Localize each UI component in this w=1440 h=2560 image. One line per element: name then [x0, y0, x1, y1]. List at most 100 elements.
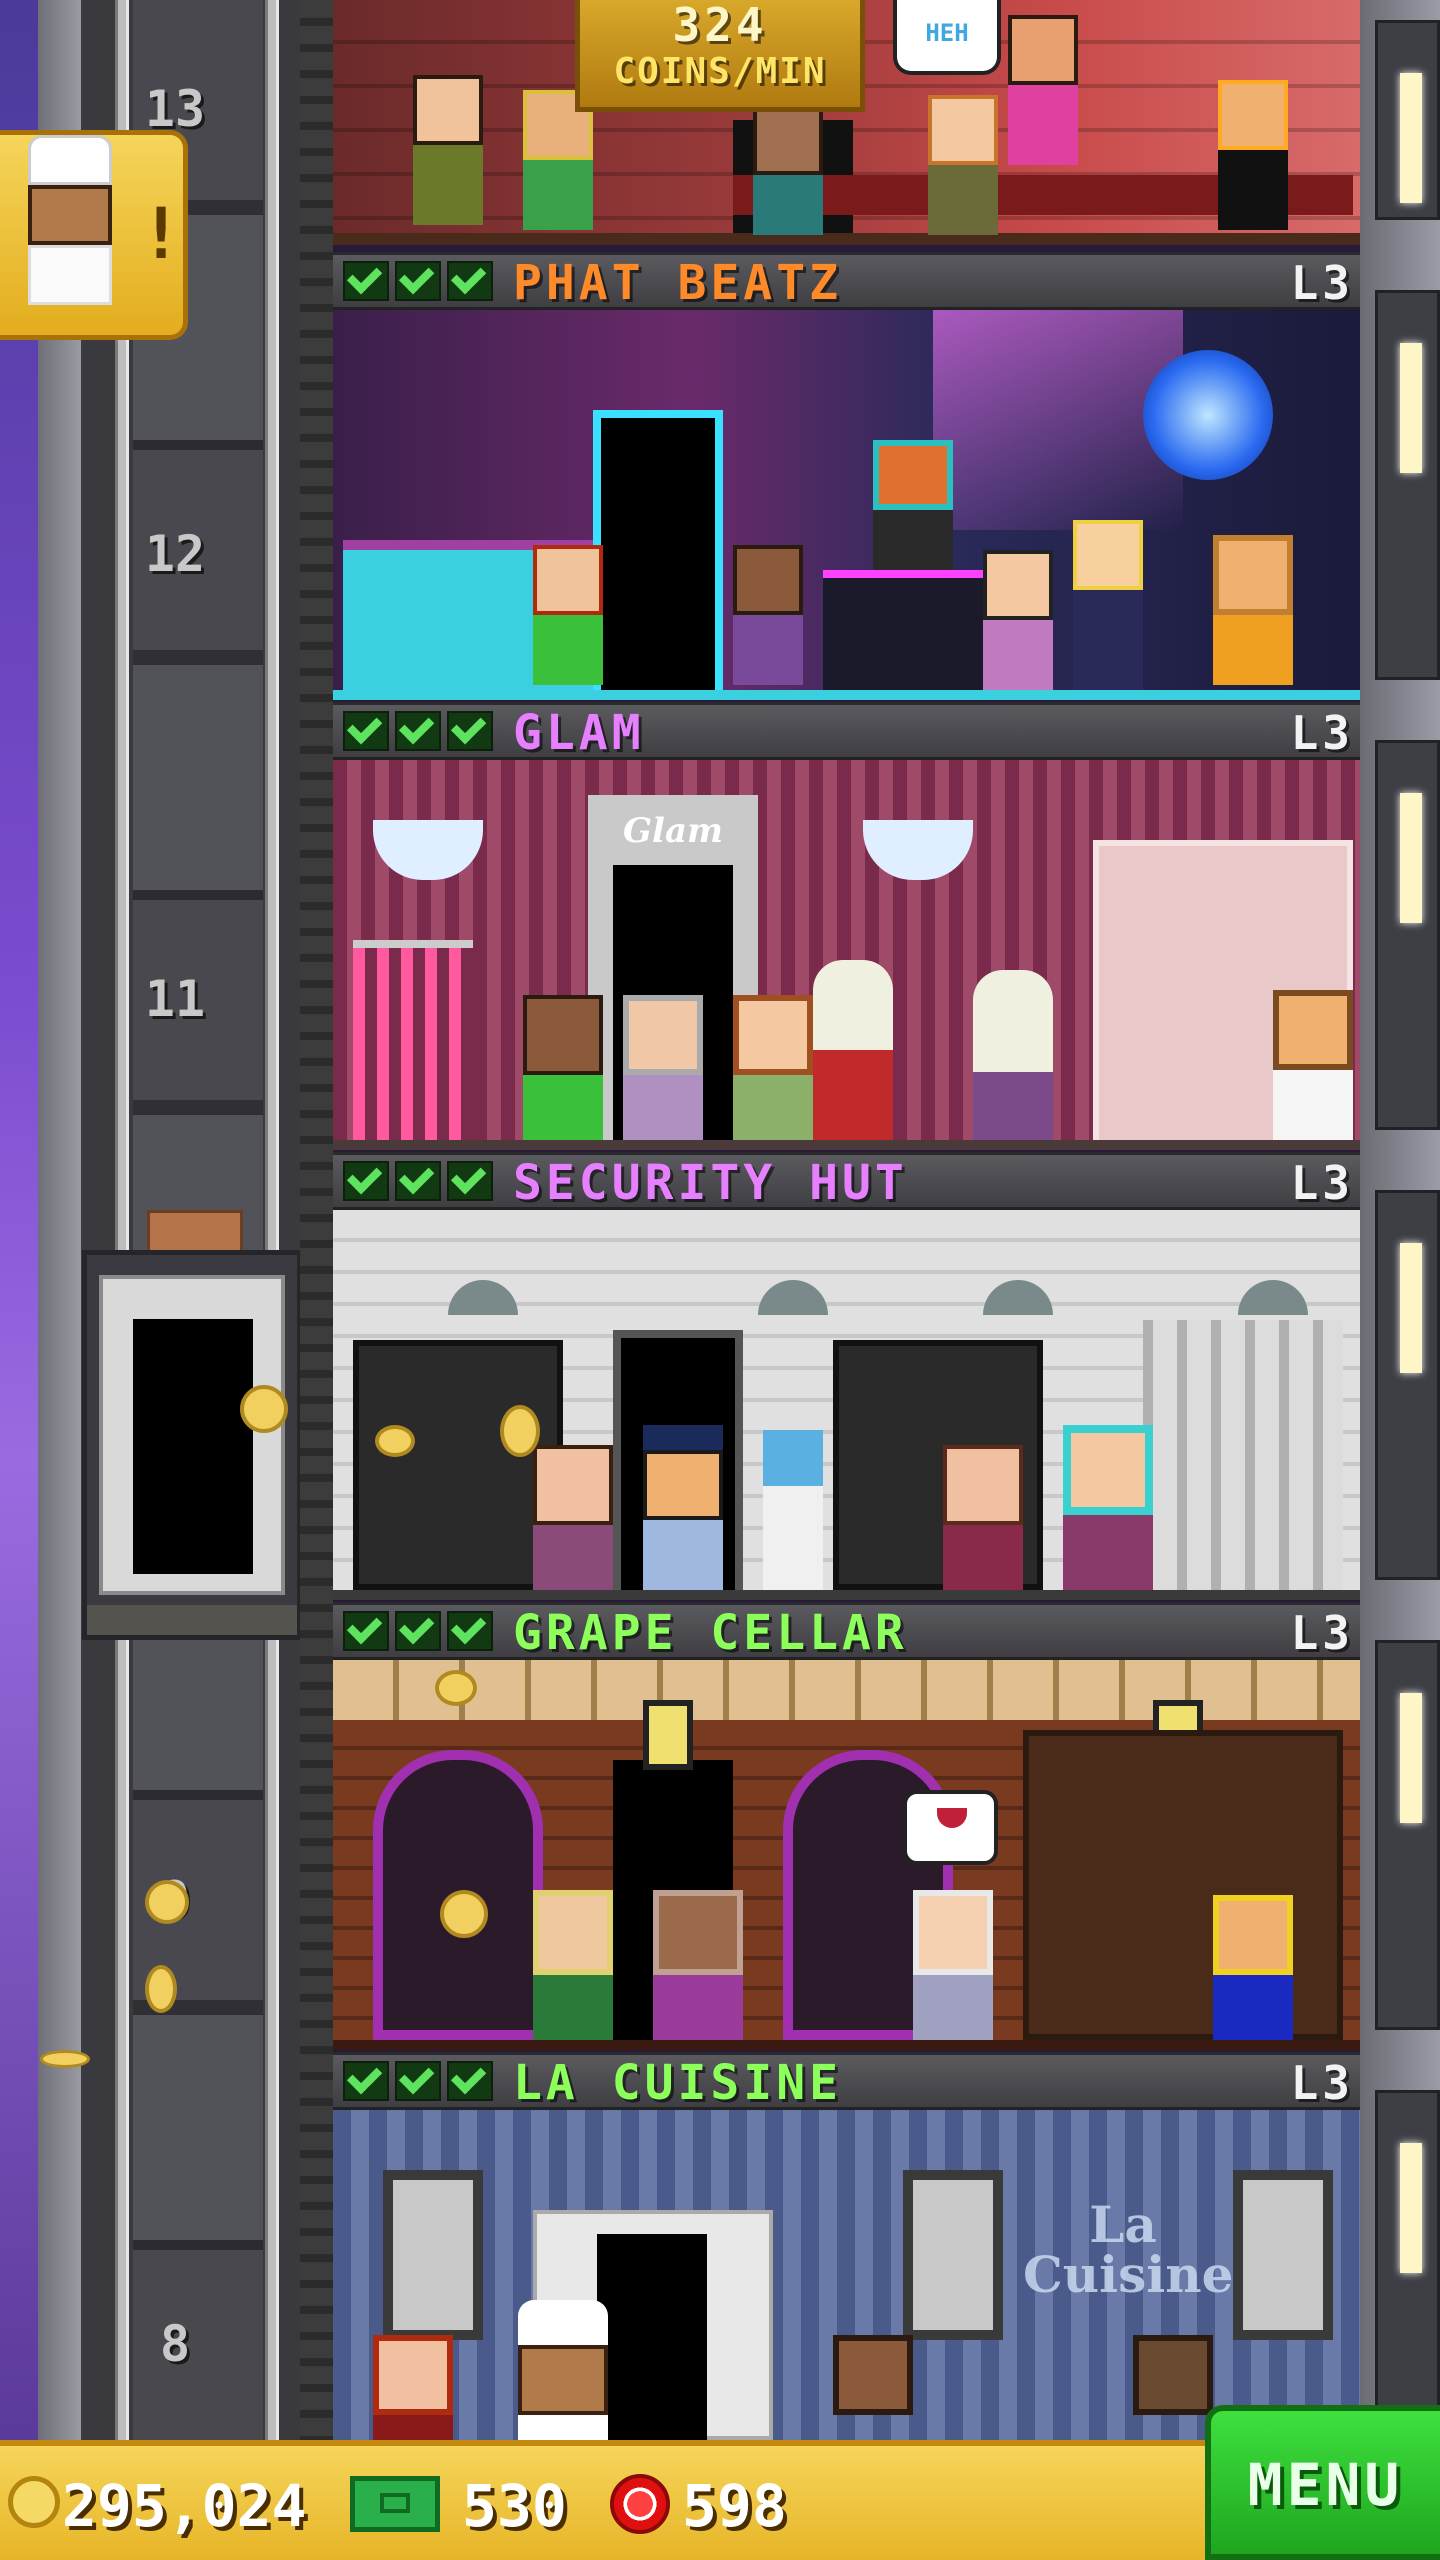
floor-stock-checks [343, 711, 493, 751]
wine-request-bubble[interactable] [903, 1790, 998, 1865]
room-la-cuisine[interactable]: La Cuisine [333, 2110, 1360, 2440]
coin-icon [145, 1965, 177, 2013]
guest-avatar[interactable] [1063, 1425, 1153, 1590]
guest-avatar[interactable] [733, 995, 813, 1140]
check-icon [343, 1611, 389, 1651]
check-icon [447, 711, 493, 751]
coin-icon [440, 1890, 488, 1938]
room-security-hut[interactable] [333, 1210, 1360, 1600]
cuisine-sign-line2: Cuisine [1023, 2245, 1234, 2304]
wine-shelf [1023, 1730, 1343, 2040]
security-guard-avatar[interactable] [643, 1425, 723, 1590]
check-icon [447, 1161, 493, 1201]
floor-header-phat-beatz[interactable]: PHAT BEATZ L3 [333, 252, 1360, 310]
clothing-rack [353, 940, 473, 1148]
elevator-floor-11: 11 [144, 970, 206, 1028]
floor-level: L3 [1290, 1606, 1354, 1660]
floor-name: LA CUISINE [513, 2055, 842, 2111]
guest-avatar[interactable] [523, 995, 603, 1140]
monitor-console [353, 1340, 563, 1590]
guest-speech-bubble[interactable]: HEH [893, 0, 1001, 75]
floor-name: GLAM [513, 705, 645, 761]
side-window-1 [1375, 20, 1440, 220]
floor-level: L3 [1290, 706, 1354, 760]
tower-scene: 13 12 11 9 8 [0, 0, 1440, 2560]
framed-picture [383, 2170, 483, 2340]
guest-avatar[interactable] [1073, 520, 1143, 690]
floor-header-security-hut[interactable]: SECURITY HUT L3 [333, 1152, 1360, 1210]
chef-notification-button[interactable]: ! [0, 130, 188, 340]
guest-avatar[interactable] [913, 1890, 993, 2040]
chef-avatar [28, 135, 118, 315]
coins-per-min-value: 324 [672, 0, 768, 52]
floor-level: L3 [1290, 2056, 1354, 2110]
check-icon [447, 261, 493, 301]
water-cooler [763, 1430, 823, 1590]
menu-button-label: MENU [1247, 2451, 1404, 2519]
speech-bubble-text: HEH [925, 19, 969, 47]
floor-level: L3 [1290, 1156, 1354, 1210]
floor-stock-checks [343, 261, 493, 301]
menu-button[interactable]: MENU [1205, 2405, 1440, 2560]
check-icon [395, 711, 441, 751]
floor-name: PHAT BEATZ [513, 255, 842, 311]
guest-avatar[interactable] [943, 1445, 1023, 1590]
guest-avatar[interactable] [928, 95, 998, 235]
framed-picture [903, 2170, 1003, 2340]
guest-avatar[interactable] [983, 550, 1053, 690]
coin-icon [40, 2050, 90, 2068]
guest-avatar[interactable] [1213, 1895, 1293, 2040]
elevator-floor-12: 12 [144, 525, 206, 583]
guest-avatar[interactable] [1008, 15, 1078, 165]
doorway [593, 410, 723, 700]
room-grape-cellar[interactable] [333, 1660, 1360, 2050]
room-glam[interactable]: Glam [333, 760, 1360, 1150]
guest-avatar[interactable] [1213, 535, 1293, 685]
floor-stock-checks [343, 2061, 493, 2101]
guest-avatar[interactable] [413, 75, 483, 225]
coin-icon [145, 1880, 189, 1924]
disco-ball [1143, 350, 1273, 480]
chef-avatar[interactable] [518, 2300, 608, 2440]
side-window-4 [1375, 1190, 1440, 1580]
floor-header-grape-cellar[interactable]: GRAPE CELLAR L3 [333, 1602, 1360, 1660]
floor-name: SECURITY HUT [513, 1155, 908, 1211]
guest-avatar[interactable] [653, 1890, 743, 2040]
token-balance: 598 [682, 2472, 787, 2540]
chandelier-icon [373, 820, 483, 880]
tower-bux-icon [350, 2476, 440, 2532]
wine-glass-icon [937, 1808, 967, 1828]
guest-avatar[interactable] [533, 1445, 613, 1590]
side-window-2 [1375, 290, 1440, 680]
token-icon [610, 2474, 670, 2534]
glam-sign: Glam [623, 811, 723, 851]
floor-stock-checks [343, 1161, 493, 1201]
guest-avatar[interactable] [1133, 2335, 1213, 2440]
floor-stock-checks [343, 1611, 493, 1651]
ceiling-lamp-icon [758, 1280, 828, 1315]
check-icon [447, 2061, 493, 2101]
check-icon [395, 2061, 441, 2101]
mannequin [973, 970, 1053, 1140]
guest-avatar[interactable] [733, 545, 803, 685]
guest-avatar[interactable] [533, 545, 603, 685]
guest-avatar[interactable] [373, 2335, 453, 2440]
mannequin [813, 960, 893, 1140]
guest-avatar[interactable] [533, 1890, 613, 2040]
guest-avatar[interactable] [753, 105, 823, 235]
bux-balance: 530 [462, 2472, 567, 2540]
guest-avatar[interactable] [1273, 990, 1353, 1140]
ceiling-lamp-icon [983, 1280, 1053, 1315]
ceiling-lamp-icon [448, 1280, 518, 1315]
guest-avatar[interactable] [623, 995, 703, 1140]
dj-avatar[interactable] [873, 440, 953, 570]
coins-per-min-banner: 324 COINS/MIN [575, 0, 865, 112]
floor-header-glam[interactable]: GLAM L3 [333, 702, 1360, 760]
coin-icon [8, 2476, 60, 2528]
coins-balance: 295,024 [62, 2472, 307, 2540]
guest-avatar[interactable] [1218, 80, 1288, 230]
elevator-floor-8: 8 [159, 2315, 191, 2373]
room-phat-beatz[interactable] [333, 310, 1360, 700]
floor-header-la-cuisine[interactable]: LA CUISINE L3 [333, 2052, 1360, 2110]
guest-avatar[interactable] [833, 2335, 913, 2440]
